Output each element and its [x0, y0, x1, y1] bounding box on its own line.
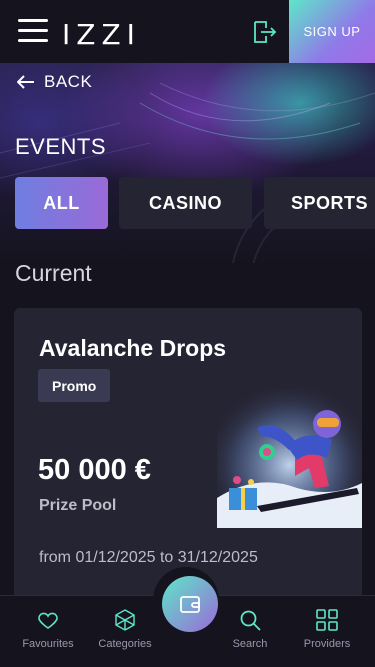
- event-card[interactable]: Avalanche Drops Promo 50 000 € Prize Poo…: [14, 308, 362, 608]
- event-category-tabs: ALL CASINO SPORTS: [15, 177, 375, 229]
- tab-sports[interactable]: SPORTS: [264, 177, 375, 229]
- wallet-button[interactable]: [162, 576, 218, 632]
- sign-up-button[interactable]: SIGN UP: [289, 0, 375, 63]
- nav-label: Providers: [303, 638, 351, 650]
- prize-amount: 50 000 €: [38, 454, 151, 486]
- prize-pool-label: Prize Pool: [39, 497, 117, 514]
- event-date-range: from 01/12/2025 to 31/12/2025: [39, 549, 258, 566]
- categories-icon: [115, 609, 135, 631]
- wallet-icon: [180, 596, 200, 613]
- events-hero-banner: [0, 63, 375, 263]
- heart-icon: [38, 612, 58, 629]
- hamburger-menu-icon[interactable]: [18, 19, 48, 43]
- promo-badge: Promo: [38, 369, 111, 402]
- grid-icon: [316, 609, 338, 631]
- top-header: IZZI SIGN UP: [0, 0, 375, 63]
- nav-favourites[interactable]: Favourites: [8, 596, 88, 667]
- event-title: Avalanche Drops: [39, 335, 227, 361]
- nav-providers[interactable]: Providers: [287, 596, 367, 667]
- nav-label: Categories: [98, 638, 152, 650]
- nav-label: Favourites: [22, 638, 74, 650]
- tab-all[interactable]: ALL: [15, 177, 108, 229]
- login-door-icon[interactable]: [251, 19, 277, 45]
- back-button[interactable]: BACK: [17, 72, 92, 92]
- section-title-current: Current: [15, 260, 92, 286]
- arrow-left-icon: [17, 75, 34, 89]
- back-label: BACK: [44, 72, 93, 91]
- search-icon: [240, 610, 261, 631]
- nav-search[interactable]: Search: [210, 596, 290, 667]
- izzi-logo[interactable]: IZZI: [62, 18, 141, 51]
- tab-casino[interactable]: CASINO: [119, 177, 252, 229]
- page-title: EVENTS: [15, 134, 107, 159]
- snowboarder-image: [217, 388, 362, 528]
- nav-label: Search: [232, 638, 268, 650]
